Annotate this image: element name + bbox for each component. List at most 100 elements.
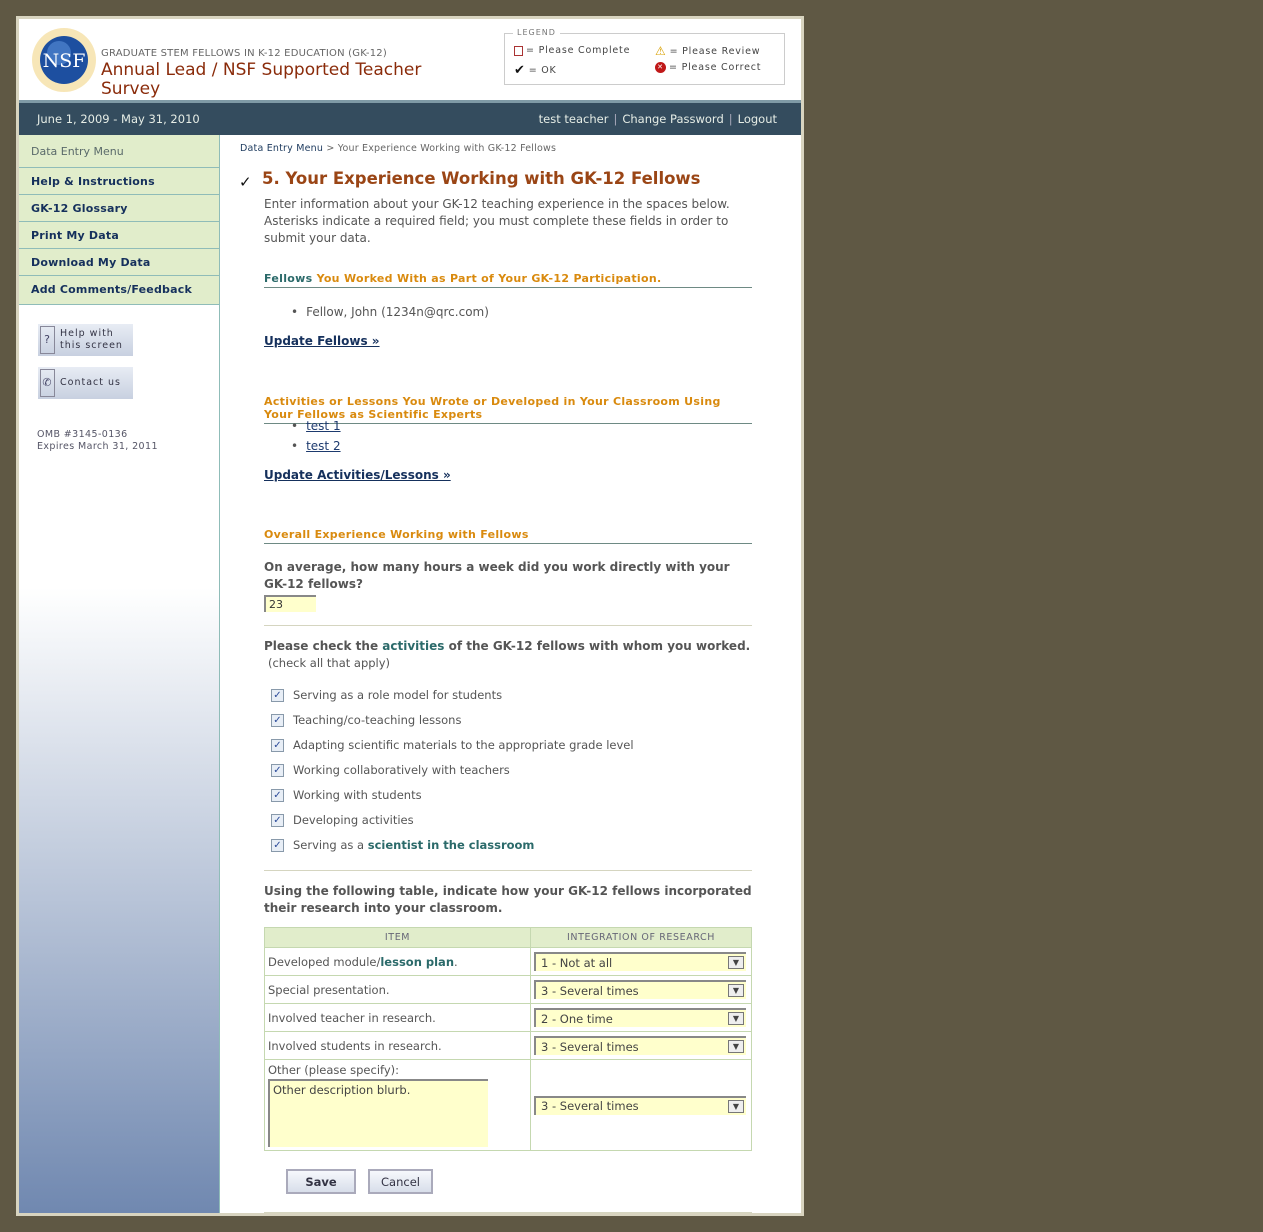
checkbox-checked-icon[interactable]: ✓	[271, 688, 284, 702]
checkbox-checked-icon[interactable]: ✓	[271, 713, 284, 727]
question-icon: ?	[40, 326, 55, 354]
activity-label: Working collaboratively with teachers	[293, 763, 510, 777]
activity-label: Serving as a role model for students	[293, 688, 503, 702]
integration-select[interactable]: 3 - Several times ▼	[534, 1036, 746, 1055]
date-range: June 1, 2009 - May 31, 2010	[37, 112, 200, 126]
omb-info: OMB #3145-0136 Expires March 31, 2011	[37, 429, 158, 453]
lesson-link[interactable]: test 1	[306, 419, 341, 433]
q-part: Please check the	[264, 639, 383, 653]
integration-select[interactable]: 1 - Not at all ▼	[534, 952, 746, 971]
activity-label: Adapting scientific materials to the app…	[293, 738, 634, 752]
logout-link[interactable]: Logout	[738, 112, 777, 126]
activity-checkbox[interactable]: ✓ Developing activities	[271, 813, 414, 827]
col-item: ITEM	[264, 927, 531, 948]
q-part: activities	[382, 639, 445, 653]
chevron-down-icon[interactable]: ▼	[728, 1012, 744, 1025]
chevron-down-icon[interactable]: ▼	[728, 1040, 744, 1053]
checkbox-checked-icon[interactable]: ✓	[271, 788, 284, 802]
breadcrumb-root[interactable]: Data Entry Menu	[240, 143, 323, 154]
separator: |	[728, 112, 733, 126]
empty-box-icon	[514, 45, 523, 56]
hours-input[interactable]	[264, 595, 316, 612]
checkbox-checked-icon[interactable]: ✓	[271, 813, 284, 827]
select-value: 2 - One time	[541, 1011, 613, 1026]
header: NSF GRADUATE STEM FELLOWS IN K-12 EDUCAT…	[19, 19, 801, 103]
overall-section-heading: Overall Experience Working with Fellows	[264, 528, 752, 544]
change-password-link[interactable]: Change Password	[622, 112, 723, 126]
checkbox-checked-icon[interactable]: ✓	[271, 738, 284, 752]
divider	[264, 870, 752, 871]
legend-review: ⚠ = Please Review	[655, 44, 760, 58]
top-bar: June 1, 2009 - May 31, 2010 test teacher…	[19, 103, 801, 135]
error-icon: ✕	[655, 62, 666, 73]
legend: LEGEND = Please Complete ✔ = OK ⚠ = Please…	[504, 28, 785, 85]
activity-label: Developing activities	[293, 813, 414, 827]
cancel-button[interactable]: Cancel	[368, 1169, 433, 1194]
divider	[264, 1212, 752, 1213]
breadcrumb: Data Entry Menu > Your Experience Workin…	[240, 143, 556, 154]
item-cell: Special presentation.	[264, 975, 531, 1004]
update-lessons-link[interactable]: Update Activities/Lessons »	[264, 468, 451, 482]
activity-checkbox[interactable]: ✓ Serving as a role model for students	[271, 688, 502, 702]
omb-number: OMB #3145-0136	[37, 429, 128, 440]
user-link[interactable]: test teacher	[539, 112, 609, 126]
checkbox-checked-icon[interactable]: ✓	[271, 838, 284, 852]
col-integration: INTEGRATION OF RESEARCH	[530, 927, 752, 948]
page: NSF GRADUATE STEM FELLOWS IN K-12 EDUCAT…	[19, 19, 801, 1213]
item-part: lesson plan	[380, 954, 455, 969]
chevron-down-icon[interactable]: ▼	[728, 984, 744, 997]
integration-select[interactable]: 2 - One time ▼	[534, 1008, 746, 1027]
intro-text: Enter information about your GK-12 teach…	[264, 197, 730, 245]
table-row: Other (please specify): Other description…	[264, 1059, 752, 1151]
heading-part: You Worked With as Part of Your GK-12 Pa…	[312, 272, 662, 285]
activities-hint: (check all that apply)	[268, 656, 391, 670]
activity-label: Teaching/co-teaching lessons	[293, 713, 462, 727]
activity-label: Working with students	[293, 788, 422, 802]
sidebar-item-feedback[interactable]: Add Comments/Feedback	[19, 276, 219, 305]
help-screen-label: Help with this screen	[60, 328, 123, 351]
sidebar: Data Entry Menu Help & Instructions GK-1…	[19, 135, 220, 1213]
sidebar-item-glossary[interactable]: GK-12 Glossary	[19, 195, 219, 222]
sidebar-item-help[interactable]: Help & Instructions	[19, 168, 219, 195]
activities-question: Please check the activities of the GK-12…	[264, 638, 754, 655]
nsf-logo-icon: NSF	[32, 28, 96, 92]
legend-correct: ✕ = Please Correct	[655, 62, 761, 73]
legend-complete: = Please Complete	[514, 45, 630, 56]
activity-checkbox[interactable]: ✓ Teaching/co-teaching lessons	[271, 713, 461, 727]
activity-checkbox[interactable]: ✓ Adapting scientific materials to the ap…	[271, 738, 634, 752]
breadcrumb-current: Your Experience Working with GK-12 Fello…	[337, 143, 557, 154]
sidebar-heading[interactable]: Data Entry Menu	[19, 135, 219, 168]
item-cell: Developed module/lesson plan.	[264, 947, 531, 976]
save-button[interactable]: Save	[286, 1169, 356, 1194]
check-icon: ✔	[514, 63, 526, 78]
chevron-down-icon[interactable]: ▼	[728, 1099, 744, 1113]
sidebar-item-print[interactable]: Print My Data	[19, 222, 219, 249]
activity-checkbox[interactable]: ✓ Working collaboratively with teachers	[271, 763, 510, 777]
contact-us-label: Contact us	[60, 377, 121, 388]
research-table: ITEM INTEGRATION OF RESEARCH Developed mo…	[264, 927, 752, 1151]
select-value: 1 - Not at all	[541, 955, 613, 970]
sidebar-item-download[interactable]: Download My Data	[19, 249, 219, 276]
other-textarea[interactable]: Other description blurb.	[268, 1079, 488, 1147]
activity-label-bold: scientist in the classroom	[367, 838, 535, 852]
legend-correct-label: = Please Correct	[669, 62, 762, 73]
integration-select[interactable]: 3 - Several times ▼	[534, 980, 746, 999]
checkbox-checked-icon[interactable]: ✓	[271, 763, 284, 777]
table-question: Using the following table, indicate how …	[264, 884, 752, 915]
activity-label: Serving as a scientist in the classroom	[293, 838, 534, 852]
lesson-link[interactable]: test 2	[306, 439, 341, 453]
contact-us-button[interactable]: ✆ Contact us	[38, 367, 133, 399]
legend-ok-label: = OK	[528, 65, 557, 76]
warning-icon: ⚠	[655, 44, 667, 58]
update-fellows-link[interactable]: Update Fellows »	[264, 334, 380, 348]
activity-checkbox[interactable]: ✓ Serving as a scientist in the classroom	[271, 838, 534, 852]
lesson-item: test 1	[291, 419, 341, 433]
activity-checkbox[interactable]: ✓ Working with students	[271, 788, 422, 802]
other-cell: Other (please specify): Other description…	[264, 1059, 531, 1151]
chevron-down-icon[interactable]: ▼	[728, 956, 744, 969]
help-screen-button[interactable]: ? Help with this screen	[38, 324, 133, 356]
survey-title: Annual Lead / NSF Supported Teacher Surv…	[101, 60, 422, 99]
integration-select[interactable]: 3 - Several times ▼	[534, 1095, 746, 1115]
divider	[264, 625, 752, 626]
legend-review-label: = Please Review	[669, 45, 761, 57]
